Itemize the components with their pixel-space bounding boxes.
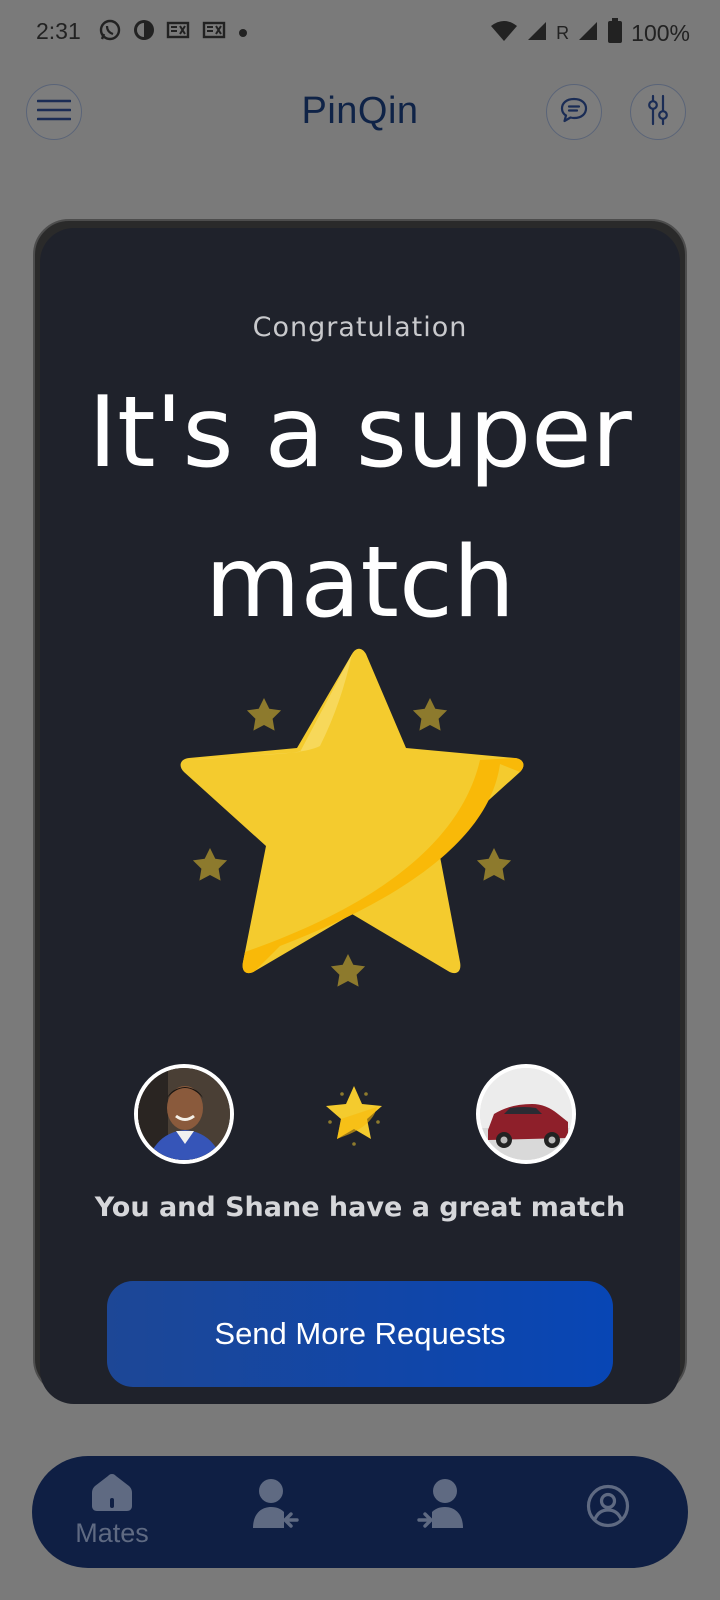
nav-item-mates[interactable]: Mates: [52, 1456, 172, 1568]
sliders-filter-icon: [646, 94, 670, 130]
headline: It's a super match: [40, 358, 680, 658]
headline-line-1: It's a super: [88, 376, 632, 490]
large-star-icon: [180, 648, 524, 974]
chat-bubble-icon: [560, 97, 588, 127]
profile-icon: [586, 1484, 630, 1532]
battery-icon: [607, 18, 623, 48]
nav-label-mates: Mates: [75, 1518, 149, 1548]
whatsapp-icon: [98, 18, 122, 46]
outgoing-requests-icon: [417, 1478, 463, 1534]
bottom-navigation: Mates: [32, 1456, 688, 1568]
send-more-requests-button[interactable]: Send More Requests: [107, 1281, 613, 1387]
battery-percentage: 100%: [631, 19, 690, 46]
notification-icons: [98, 18, 248, 46]
status-bar: 2:31 R 100%: [0, 0, 720, 64]
mini-super-match-star-icon: [326, 1086, 382, 1146]
sim-notification-icon: [166, 19, 192, 45]
home-icon: [91, 1472, 133, 1516]
messages-button[interactable]: [546, 84, 602, 140]
nav-item-incoming-requests[interactable]: [216, 1456, 336, 1568]
more-notifications-dot-icon: [238, 23, 248, 42]
system-status: R 100%: [490, 18, 690, 48]
app-title: PinQin: [301, 90, 419, 132]
roaming-label: R: [556, 22, 570, 43]
user-photo: [138, 1068, 230, 1160]
nav-item-profile[interactable]: [548, 1456, 668, 1568]
user-avatar[interactable]: [134, 1064, 234, 1164]
headline-line-2: match: [205, 526, 515, 640]
wifi-icon: [490, 20, 518, 46]
sim-notification-icon-2: [202, 19, 228, 45]
status-time: 2:31: [36, 18, 81, 44]
nav-item-outgoing-requests[interactable]: [380, 1456, 500, 1568]
app-header: PinQin: [0, 80, 720, 144]
signal-icon: [526, 20, 548, 46]
match-message: You and Shane have a great match: [94, 1192, 626, 1223]
filter-button[interactable]: [630, 84, 686, 140]
signal-icon-2: [577, 20, 599, 46]
match-photo: [480, 1068, 572, 1160]
app-notification-icon: [132, 18, 156, 46]
congratulation-label: Congratulation: [252, 312, 468, 343]
incoming-requests-icon: [253, 1478, 299, 1534]
match-avatar[interactable]: [476, 1064, 576, 1164]
super-match-card: Congratulation It's a super match You an…: [40, 228, 680, 1404]
super-match-star-illustration: [180, 648, 524, 987]
